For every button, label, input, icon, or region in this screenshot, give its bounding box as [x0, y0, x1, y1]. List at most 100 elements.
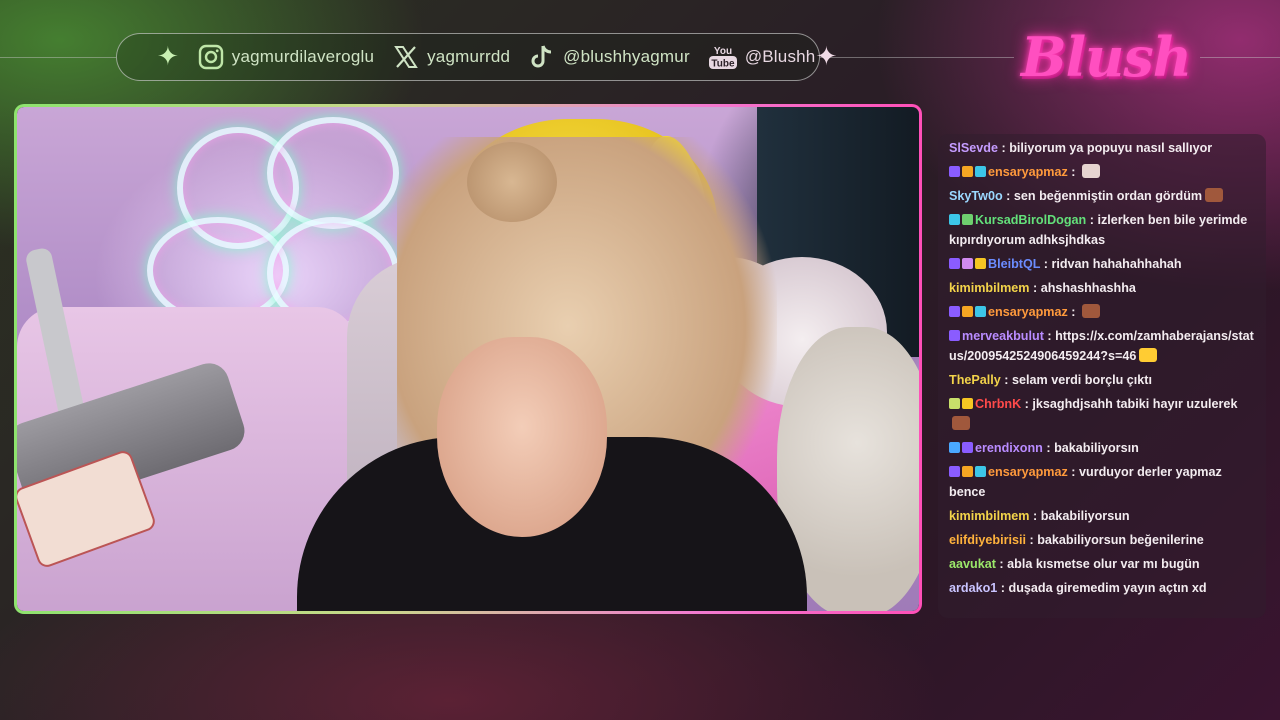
chat-badge-icon [949, 166, 960, 177]
sparkle-icon: ✦ [157, 42, 179, 72]
chat-text: duşada giremedim yayın açtın xd [1008, 581, 1207, 595]
social-instagram: yagmurdilaveroglu [197, 43, 374, 71]
chat-message: SkyTw0o : sen beğenmiştin ordan gördüm [949, 186, 1256, 206]
chat-message: elifdiyebirisii : bakabiliyorsun beğenil… [949, 530, 1256, 550]
chat-username[interactable]: erendixonn [975, 441, 1043, 455]
chat-username[interactable]: ensaryapmaz [988, 465, 1068, 479]
instagram-handle: yagmurdilaveroglu [231, 47, 375, 66]
chat-separator: : [997, 581, 1009, 595]
chat-badge-icon [962, 166, 973, 177]
chat-text: biliyorum ya popuyu nasıl sallıyor [1009, 141, 1213, 155]
chat-username[interactable]: ardako1 [949, 581, 997, 595]
chat-badge-icon [949, 330, 960, 341]
chat-message: ChrbnK : jksaghdjsahh tabiki hayır uzule… [949, 394, 1256, 434]
chat-username[interactable]: ChrbnK [975, 397, 1021, 411]
chat-message: BleibtQL : ridvan hahahahhahah [949, 254, 1256, 274]
chat-username[interactable]: elifdiyebirisii [949, 533, 1026, 547]
chat-badge-icon [975, 306, 986, 317]
chat-username[interactable]: kimimbilmem [949, 281, 1030, 295]
chat-username[interactable]: merveakbulut [962, 329, 1044, 343]
chat-badge-icon [975, 258, 986, 269]
youtube-icon: You Tube [708, 43, 738, 71]
chat-badge-icon [949, 398, 960, 409]
chat-message: KursadBirolDogan : izlerken ben bile yer… [949, 210, 1256, 250]
chat-message: kimimbilmem : bakabiliyorsun [949, 506, 1256, 526]
chat-separator: : [1026, 533, 1038, 547]
chat-username[interactable]: kimimbilmem [949, 509, 1030, 523]
chat-separator: : [1042, 441, 1055, 455]
chat-username[interactable]: BleibtQL [988, 257, 1040, 271]
left-divider-line [0, 57, 116, 58]
chat-emote-icon [1082, 304, 1101, 318]
chat-separator: : [1043, 329, 1056, 343]
chat-emote-icon [1082, 164, 1101, 178]
chat-badge-icon [949, 306, 960, 317]
chat-badge-icon [962, 258, 973, 269]
social-youtube: You Tube @Blushh [708, 43, 816, 71]
chat-username[interactable]: SkyTw0o [949, 189, 1003, 203]
chat-username[interactable]: ensaryapmaz [988, 165, 1068, 179]
chat-text: ridvan hahahahhahah [1051, 257, 1182, 271]
chat-badge-icon [962, 398, 973, 409]
chat-badge-icon [975, 466, 986, 477]
neon-smiley-sign [267, 117, 399, 229]
chat-badge-icon [962, 466, 973, 477]
chat-badge-icon [949, 214, 960, 225]
sparkle-icon: ✦ [815, 42, 838, 72]
chat-separator: : [1067, 165, 1080, 179]
social-x: yagmurrdd [392, 43, 510, 71]
youtube-icon-text-top: You [714, 46, 732, 57]
chat-message: erendixonn : bakabiliyorsın [949, 438, 1256, 458]
chat-message: merveakbulut : https://x.com/zamhaberaja… [949, 326, 1256, 366]
chat-text: selam verdi borçlu çıktı [1012, 373, 1152, 387]
chat-separator: : [1000, 373, 1012, 387]
chat-text: bakabiliyorsun beğenilerine [1037, 533, 1204, 547]
webcam-frame [14, 104, 922, 614]
chat-badge-icon [962, 306, 973, 317]
brand-logo: Blush [1020, 25, 1192, 89]
chat-text: bakabiliyorsın [1054, 441, 1139, 455]
chat-separator: : [1067, 465, 1080, 479]
webcam-video [17, 107, 919, 611]
chat-message: aavukat : abla kısmetse olur var mı bugü… [949, 554, 1256, 574]
youtube-icon-text-bottom: Tube [711, 59, 735, 70]
chat-text: abla kısmetse olur var mı bugün [1007, 557, 1200, 571]
chat-text: sen beğenmiştin ordan gördüm [1013, 189, 1203, 203]
right-divider-line [1200, 57, 1280, 58]
chat-emote-icon [1205, 188, 1224, 202]
chat-separator: : [995, 557, 1008, 571]
chat-message: ensaryapmaz : vurduyor derler yapmaz ben… [949, 462, 1256, 502]
chat-message: SlSevde : biliyorum ya popuyu nasıl sall… [949, 138, 1256, 158]
chat-badge-icon [962, 214, 973, 225]
youtube-handle: @Blushh [744, 47, 816, 66]
chat-badge-icon [949, 466, 960, 477]
chat-badge-icon [949, 258, 960, 269]
streamer-face [437, 337, 607, 537]
chat-username[interactable]: KursadBirolDogan [975, 213, 1086, 227]
chat-message: ensaryapmaz : [949, 162, 1256, 182]
chat-separator: : [1067, 305, 1080, 319]
chat-separator: : [998, 141, 1010, 155]
chat-separator: : [1086, 213, 1098, 227]
chat-text: jksaghdjsahh tabiki hayır uzulerek [1032, 397, 1238, 411]
chat-message: kimimbilmem : ahshashhashha [949, 278, 1256, 298]
chat-message: ThePally : selam verdi borçlu çıktı [949, 370, 1256, 390]
chat-badge-icon [949, 442, 960, 453]
streamer-hair-bun [467, 142, 557, 222]
instagram-icon [197, 43, 225, 71]
x-twitter-icon [392, 43, 420, 71]
chat-separator: : [1029, 509, 1041, 523]
chat-badge-icon [962, 442, 973, 453]
chat-username[interactable]: SlSevde [949, 141, 998, 155]
x-handle: yagmurrdd [427, 47, 511, 66]
chat-username[interactable]: ensaryapmaz [988, 305, 1068, 319]
chat-separator: : [1029, 281, 1041, 295]
chat-separator: : [1021, 397, 1033, 411]
chat-separator: : [1040, 257, 1052, 271]
chat-message: ardako1 : duşada giremedim yayın açtın x… [949, 578, 1256, 598]
chat-username[interactable]: aavukat [949, 557, 996, 571]
chat-badge-icon [975, 166, 986, 177]
chat-username[interactable]: ThePally [949, 373, 1001, 387]
social-tiktok: @blushhyagmur [528, 43, 690, 71]
chat-text: bakabiliyorsun [1040, 509, 1130, 523]
